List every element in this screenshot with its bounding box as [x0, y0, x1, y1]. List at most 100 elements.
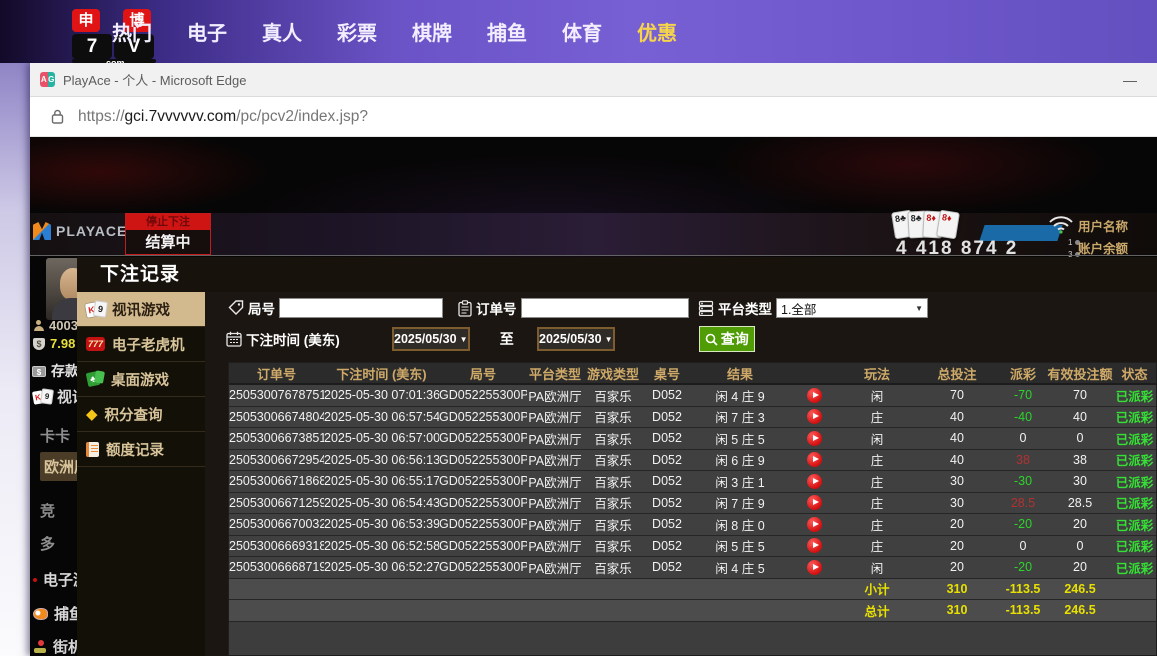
- cell-order: 250530066700327: [229, 517, 324, 531]
- url-path: /pc/pcv2/index.jsp?: [236, 108, 368, 125]
- replay-button[interactable]: [807, 560, 822, 575]
- cell-order: 250530066748040: [229, 410, 324, 424]
- to-label: 至: [500, 329, 514, 349]
- cell-table: D052: [643, 453, 691, 467]
- cell-platform: PA欧洲厅: [527, 558, 583, 577]
- replay-button[interactable]: [807, 409, 822, 424]
- col-header-total: 总投注: [915, 364, 999, 383]
- replay-button[interactable]: [807, 474, 822, 489]
- search-button[interactable]: 查询: [699, 326, 755, 352]
- chevron-down-icon: ▼: [605, 335, 613, 344]
- cell-valid: 0: [1047, 539, 1113, 553]
- table-row: 2505300666871962025-05-30 06:52:27GD0522…: [229, 557, 1156, 579]
- cell-playtype: 庄: [839, 472, 915, 491]
- lobby-item-4[interactable]: 多: [40, 533, 55, 554]
- modal-menu-item-label: 桌面游戏: [111, 369, 169, 390]
- lobby-item-3[interactable]: 竞: [40, 500, 55, 521]
- cell-game: 百家乐: [583, 407, 643, 426]
- modal-menu-item-1[interactable]: 777电子老虎机: [77, 327, 205, 362]
- browser-address-bar[interactable]: https://gci.7vvvvvv.com/pc/pcv2/index.js…: [30, 97, 1157, 137]
- cell-play: [789, 538, 839, 553]
- cell-table: D052: [643, 474, 691, 488]
- nav-item-7[interactable]: 优惠: [635, 17, 679, 46]
- deposit-label: 存款: [51, 361, 79, 381]
- cards-icon: [33, 389, 51, 405]
- col-header-time: 下注时间 (美东): [324, 364, 439, 383]
- cell-valid: 0: [1047, 431, 1113, 445]
- cell-playtype: 闲: [839, 386, 915, 405]
- cell-time: 2025-05-30 06:54:43: [324, 496, 439, 510]
- cell-table: D052: [643, 517, 691, 531]
- col-header-platform: 平台类型: [527, 364, 583, 383]
- page-background-strip: [0, 63, 30, 656]
- replay-button[interactable]: [807, 517, 822, 532]
- cell-time: 2025-05-30 07:01:36: [324, 388, 439, 402]
- browser-window: AG PlayAce - 个人 - Microsoft Edge — https…: [30, 63, 1157, 656]
- cell-round: GD052255300PP: [439, 410, 527, 424]
- dealt-cards: 8♣8♣8♦8♦: [898, 211, 958, 238]
- total-payout: -113.5: [999, 603, 1047, 617]
- order-number-input[interactable]: [521, 298, 689, 318]
- cell-table: D052: [643, 539, 691, 553]
- modal-menu-item-0[interactable]: 视讯游戏: [77, 292, 205, 327]
- table-header-row: 订单号下注时间 (美东)局号平台类型游戏类型桌号结果玩法总投注派彩有效投注额状态: [229, 363, 1156, 385]
- nav-item-0[interactable]: 热门: [110, 17, 154, 46]
- table-row: 2505300767875152025-05-30 07:01:36GD0522…: [229, 385, 1156, 407]
- cell-platform: PA欧洲厅: [527, 450, 583, 469]
- round-number-input[interactable]: [279, 298, 443, 318]
- database-icon: [698, 300, 714, 316]
- platform-type-select[interactable]: 1.全部 ▼: [776, 298, 928, 318]
- col-header-order: 订单号: [229, 364, 324, 383]
- platform-type-value: 1.全部: [781, 299, 816, 318]
- modal-menu-item-2[interactable]: 桌面游戏: [77, 362, 205, 397]
- cell-round: GD052255300PN: [439, 453, 527, 467]
- cell-play: [789, 495, 839, 510]
- date-from-picker[interactable]: 2025/05/30▼: [392, 327, 470, 351]
- tag-icon: [228, 300, 244, 316]
- cell-total: 40: [915, 453, 999, 467]
- lobby-item-1[interactable]: 卡卡: [40, 425, 70, 446]
- col-header-status: 状态: [1113, 364, 1156, 383]
- replay-button[interactable]: [807, 495, 822, 510]
- nav-item-6[interactable]: 体育: [560, 17, 604, 46]
- date-to-picker[interactable]: 2025/05/30▼: [537, 327, 615, 351]
- cell-status: 已派彩: [1113, 536, 1156, 555]
- replay-button[interactable]: [807, 388, 822, 403]
- minimize-button[interactable]: —: [1113, 72, 1147, 88]
- bet-records-table: 订单号下注时间 (美东)局号平台类型游戏类型桌号结果玩法总投注派彩有效投注额状态…: [228, 362, 1157, 656]
- cell-order: 250530066687196: [229, 560, 324, 574]
- nav-item-4[interactable]: 棋牌: [410, 17, 454, 46]
- cell-total: 40: [915, 431, 999, 445]
- url-text[interactable]: https://gci.7vvvvvv.com/pc/pcv2/index.js…: [78, 108, 368, 126]
- cell-game: 百家乐: [583, 429, 643, 448]
- replay-button[interactable]: [807, 431, 822, 446]
- logo-char-7: 7: [72, 34, 112, 59]
- nav-item-2[interactable]: 真人: [260, 17, 304, 46]
- cell-game: 百家乐: [583, 450, 643, 469]
- total-total-bet: 310: [915, 603, 999, 617]
- nav-item-5[interactable]: 捕鱼: [485, 17, 529, 46]
- table-row: 2505300667385102025-05-30 06:57:00GD0522…: [229, 428, 1156, 450]
- subtotal-payout: -113.5: [999, 582, 1047, 596]
- bet-time-label: 下注时间 (美东): [246, 329, 340, 349]
- deposit-button[interactable]: $ 存款: [32, 361, 79, 381]
- nav-item-3[interactable]: 彩票: [335, 17, 379, 46]
- username-label: 用户名称: [1078, 216, 1128, 235]
- lock-icon[interactable]: [42, 103, 72, 131]
- replay-button[interactable]: [807, 538, 822, 553]
- table-total-row: 总计 310 -113.5 246.5: [229, 600, 1156, 622]
- cell-time: 2025-05-30 06:56:13: [324, 453, 439, 467]
- nav-item-1[interactable]: 电子: [185, 17, 229, 46]
- table-row: 2505300667186802025-05-30 06:55:17GD0522…: [229, 471, 1156, 493]
- cell-playtype: 庄: [839, 450, 915, 469]
- cell-valid: 20: [1047, 517, 1113, 531]
- col-header-table: 桌号: [643, 364, 691, 383]
- modal-menu-item-3[interactable]: ◆积分查询: [77, 397, 205, 432]
- cell-time: 2025-05-30 06:57:00: [324, 431, 439, 445]
- cell-round: GD052255300PO: [439, 431, 527, 445]
- cell-order: 250530066738510: [229, 431, 324, 445]
- cell-game: 百家乐: [583, 558, 643, 577]
- replay-button[interactable]: [807, 452, 822, 467]
- modal-menu-item-4[interactable]: 额度记录: [77, 432, 205, 467]
- cell-game: 百家乐: [583, 472, 643, 491]
